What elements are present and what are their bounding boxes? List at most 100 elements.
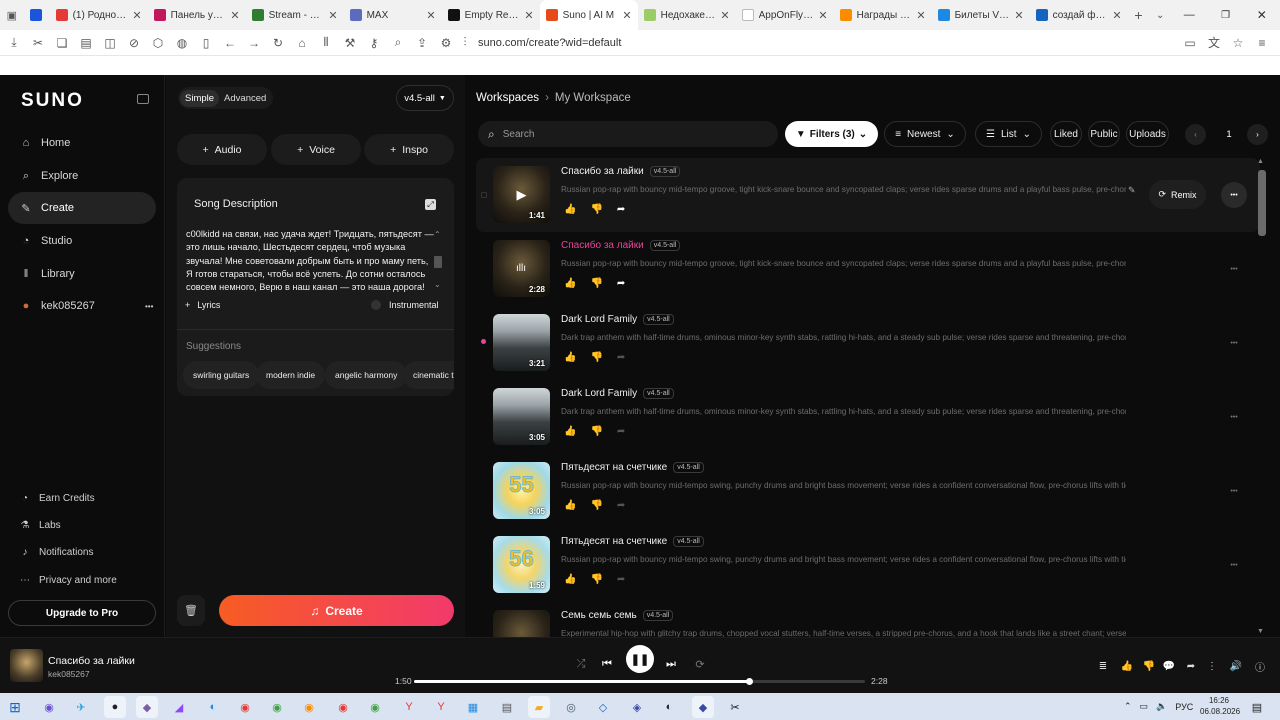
lyrics-button[interactable]: + Lyrics [185,300,220,310]
sidebar-item-create[interactable]: ✎ Create [8,192,156,224]
scroll-up-icon[interactable]: ⌃ [434,230,441,239]
tab-close-icon[interactable]: ✕ [230,9,239,22]
thumbs-down-icon[interactable]: 👎 [590,352,602,363]
upgrade-button[interactable]: Upgrade to Pro [8,600,156,626]
share-icon[interactable]: ➦ [1182,657,1200,675]
pause-icon[interactable]: ❚❚ [626,645,654,673]
song-list-scrollbar[interactable]: ▲ ▼ [1256,158,1266,637]
suno-logo[interactable]: SUNO [21,90,84,112]
browser-tab[interactable]: Панель управле✕ [148,0,246,30]
volume-icon[interactable]: 🔊 [1227,657,1245,675]
home-browser-icon[interactable]: ⌂ [290,31,314,55]
windows-start-icon[interactable]: ⊞ [4,696,26,718]
next-page-icon[interactable]: › [1247,124,1268,145]
steam-app-icon[interactable]: ◎ [560,696,582,718]
bookmark-star-icon[interactable]: ☆ [1226,31,1250,55]
thumbs-down-icon[interactable]: 👎 [590,574,602,585]
tools-icon[interactable]: ⚒ [338,31,362,55]
browser-tab[interactable]: Stream - Kick Da✕ [246,0,344,30]
sidebar-item-studio[interactable]: ◔ Studio [8,225,156,257]
tab-close-icon[interactable]: ✕ [426,9,435,22]
translate-icon[interactable]: 文 [1202,31,1226,55]
song-title[interactable]: Dark Lord Family v4.5-all [561,388,674,399]
sidebar-item-explore[interactable]: ⌕ Explore [8,160,156,192]
scroll-up-icon[interactable]: ▲ [1257,158,1264,165]
song-row[interactable]: 56 1:59 Пятьдесят на счетчике v4.5-all Russi… [476,528,1260,602]
song-title[interactable]: Семь семь семь v4.5-all [561,610,674,621]
app-icon[interactable]: ◇ [592,696,614,718]
tab-close-icon[interactable]: ✕ [1014,9,1023,22]
thumbs-up-icon[interactable]: 👍 [564,426,576,437]
description-scrollbar[interactable]: ⌃ ⌄ [434,230,442,290]
suggestion-chip[interactable]: modern indie [256,361,326,389]
site-info-icon[interactable]: ⚙ [434,31,458,55]
network-icon[interactable]: ▭ [1140,701,1149,712]
song-cover[interactable]: ıllı 2:28 [493,240,550,297]
address-bar[interactable]: suno.com/create?wid=default [478,37,621,49]
comment-icon[interactable]: 💬 [1160,657,1178,675]
browser-tab[interactable]: Билеты V2 | A D✕ [932,0,1030,30]
yandex-icon[interactable]: Y [430,696,452,718]
steam-icon[interactable]: ◐ [658,696,680,718]
share-icon[interactable]: ⇪ [410,31,434,55]
song-row[interactable]: ıllı 2:28 Спасибо за лайки v4.5-all Russian … [476,232,1260,306]
restore-icon[interactable]: ❐ [1207,0,1243,30]
prev-page-icon[interactable]: ‹ [1185,124,1206,145]
song-cover[interactable] [493,610,550,637]
scroll-down-icon[interactable]: ▼ [1257,628,1264,635]
share-icon[interactable]: ➦ [617,204,625,215]
twitch-icon[interactable]: ◢ [168,696,190,718]
chrome-icon[interactable]: ◉ [266,696,288,718]
sidebar-item-library[interactable]: ‖ Library [8,258,156,290]
song-title[interactable]: Пятьдесят на счетчике v4.5-all [561,462,704,473]
tab-close-icon[interactable]: ✕ [622,9,631,22]
language-indicator[interactable]: РУС [1175,702,1193,712]
notifications-tray-icon[interactable]: ▤ [1247,697,1267,717]
previous-icon[interactable]: ⏮ [594,651,620,677]
tab-close-icon[interactable]: ✕ [524,9,533,22]
share-icon[interactable]: ➦ [617,352,625,363]
sidebar-bottom-item[interactable]: ⋯ Privacy and more [8,569,156,591]
song-row[interactable]: 3:21 Dark Lord Family v4.5-all Dark trap an… [476,306,1260,380]
progress-bar[interactable] [414,678,865,685]
more-options-icon[interactable]: ••• [1221,256,1247,282]
adblock-icon[interactable]: ⊘ [122,31,146,55]
suggestion-chip[interactable]: cinematic te [403,361,454,389]
suggestion-chip[interactable]: angelic harmony [325,361,408,389]
shuffle-icon[interactable]: ⤮ [568,651,594,677]
calculator-icon[interactable]: ▤ [496,696,518,718]
now-playing-cover[interactable] [10,649,43,682]
remix-button[interactable]: ⟳ Remix [1149,180,1206,209]
telegram-icon[interactable]: ✈ [70,696,92,718]
sort-button[interactable]: ≡ Newest ⌄ [884,121,966,147]
more-options-icon[interactable]: ••• [1221,478,1247,504]
edit-icon[interactable]: ✎ [1128,185,1136,196]
cut-icon[interactable]: ✂ [26,31,50,55]
browser-tab[interactable] [24,0,50,30]
thumbs-up-icon[interactable]: 👍 [564,574,576,585]
close-window-icon[interactable]: ✕ [1244,0,1280,30]
thumbs-down-icon[interactable]: 👎 [590,204,602,215]
app-icon[interactable]: ◆ [136,696,158,718]
liked-filter-button[interactable]: Liked [1050,121,1082,147]
menu-icon[interactable]: ≡ [1250,31,1274,55]
reload-icon[interactable]: ↻ [266,31,290,55]
more-options-icon[interactable]: ••• [1221,552,1247,578]
tab-close-icon[interactable]: ✕ [916,9,925,22]
tab-close-icon[interactable]: ✕ [720,9,729,22]
thumbs-up-icon[interactable]: 👍 [564,352,576,363]
search-input[interactable]: ⌕ Search [478,121,778,147]
repeat-icon[interactable]: ⟳ [687,651,713,677]
download-icon[interactable]: ⤓ [2,31,26,55]
song-cover[interactable]: ▶ 1:41 [493,166,550,223]
now-playing-user[interactable]: kek085267 [48,669,90,679]
tab-close-icon[interactable]: ✕ [132,9,141,22]
thumbs-down-icon[interactable]: 👎 [590,426,602,437]
paste-icon[interactable]: ▤ [74,31,98,55]
chrome-icon[interactable]: ◉ [364,696,386,718]
screenshot-icon[interactable]: ◫ [98,31,122,55]
progress-knob[interactable] [746,678,754,685]
more-options-icon[interactable]: ••• [1221,330,1247,356]
share-icon[interactable]: ➦ [617,426,625,437]
browser-tab[interactable]: Награды за гол✕ [834,0,932,30]
